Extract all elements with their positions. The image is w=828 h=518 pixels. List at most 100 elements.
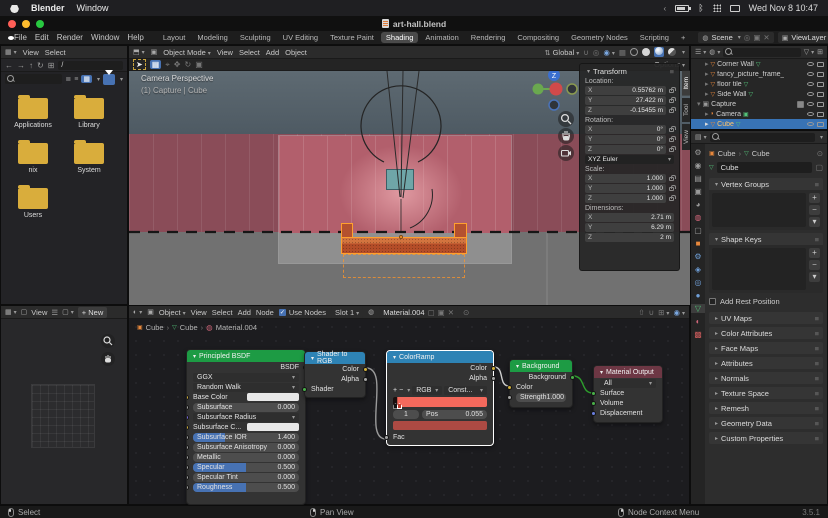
distribution-dropdown[interactable]: GGX▾ [193, 373, 299, 382]
render-visibility-icon[interactable] [817, 112, 824, 117]
transform-panel-title[interactable]: Transform [593, 67, 627, 76]
specular-tint-socket[interactable] [186, 475, 189, 480]
se-menu-node[interactable]: Node [256, 308, 274, 317]
snap-grid-icon[interactable]: ⊞▾ [658, 308, 669, 317]
vertex-groups-header[interactable]: ▾Vertex Groups≡ [709, 178, 823, 190]
dimensions-x-field[interactable]: X2.71 m [585, 213, 674, 222]
scale-z-field[interactable]: Z1.000 [585, 194, 666, 203]
up-button[interactable]: ↑ [29, 61, 33, 70]
uv-maps-panel[interactable]: ▸UV Maps≡ [709, 312, 823, 324]
shading-solid-button[interactable] [642, 48, 650, 56]
pan-view-button[interactable] [101, 352, 115, 366]
display-thumbnails-button[interactable]: ▦ [81, 75, 92, 83]
display-horizontal-list-button[interactable]: ≡ [74, 76, 78, 83]
snap-magnet-icon[interactable]: ∪ [583, 48, 589, 57]
subsurface-color-swatch[interactable] [247, 423, 299, 431]
tool-rotate-button[interactable]: ↻ [184, 60, 191, 69]
display-vertical-list-button[interactable]: ≣ [65, 75, 71, 83]
node-color-ramp[interactable]: ▾ColorRamp Color Alpha + − ▾ RGB▾ Const.… [386, 350, 494, 446]
remove-shape-key-button[interactable]: − [809, 260, 820, 270]
outliner-search-input[interactable] [723, 48, 800, 57]
location-y-field[interactable]: Y27.422 m [585, 96, 666, 105]
shading-rendered-button[interactable] [668, 48, 676, 56]
fb-menu-view[interactable]: View [23, 48, 39, 57]
render-visibility-icon[interactable] [817, 122, 824, 127]
lock-icon[interactable] [669, 89, 674, 93]
use-nodes-toggle[interactable]: ✓Use Nodes [279, 308, 326, 317]
tool-cursor-button[interactable]: ⌖ [165, 60, 170, 70]
tab-tool-icon[interactable]: ⚙ [691, 148, 705, 157]
pin-icon[interactable]: ⊙ [817, 149, 823, 158]
editor-type-icon[interactable]: ⬒▾ [133, 48, 145, 56]
collection-checkbox[interactable] [797, 101, 804, 108]
base-color-socket[interactable] [186, 395, 189, 400]
specular-slider[interactable]: Specular0.500 [193, 463, 299, 472]
shape-keys-header[interactable]: ▾Shape Keys≡ [709, 233, 823, 245]
subsurface-field[interactable]: Subsurface0.000 [193, 403, 299, 412]
outliner-row-cube-selected[interactable]: ▸▽Cube▽ [691, 119, 827, 129]
image-browse-icon[interactable]: ▢▾ [62, 308, 74, 316]
tab-output-icon[interactable]: ▤ [691, 174, 705, 183]
slot-dropdown[interactable]: Slot 1▾ [331, 307, 363, 318]
data-name-field[interactable]: Cube [717, 162, 813, 173]
lock-icon[interactable] [669, 138, 674, 142]
breadcrumb-object[interactable]: Cube [718, 149, 736, 158]
lock-icon[interactable] [669, 148, 674, 152]
subsurface-method-dropdown[interactable]: Random Walk▾ [193, 383, 299, 392]
tab-uv-editing[interactable]: UV Editing [278, 32, 323, 43]
tool-move-button[interactable]: ✥ [174, 60, 181, 69]
display-icon[interactable] [730, 5, 740, 12]
refresh-button[interactable]: ↻ [37, 61, 44, 70]
pin-icon[interactable]: ⊙ [463, 308, 469, 317]
tab-world-icon[interactable]: ◍ [691, 213, 705, 222]
location-z-field[interactable]: Z-0.15455 m [585, 106, 666, 115]
attributes-panel[interactable]: ▸Attributes≡ [709, 357, 823, 369]
tab-collection-icon[interactable]: ▢ [691, 226, 705, 235]
fac-input-socket[interactable] [384, 435, 389, 440]
add-workspace-button[interactable]: + [676, 32, 690, 43]
add-shape-key-button[interactable]: + [809, 248, 820, 258]
shape-keys-list[interactable] [712, 248, 806, 290]
roughness-slider[interactable]: Roughness0.500 [193, 483, 299, 492]
zoom-view-button[interactable] [101, 334, 115, 348]
transform-orientation-dropdown[interactable]: ⇅ Global▾ [545, 48, 580, 57]
outliner-row-side-wall[interactable]: ▸▽Side Wall▽ [691, 89, 827, 99]
apple-menu-icon[interactable] [10, 3, 19, 13]
color-attributes-panel[interactable]: ▸Color Attributes≡ [709, 327, 823, 339]
menubar-clock[interactable]: Wed Nov 8 10:47 [749, 3, 818, 13]
hide-icon[interactable] [807, 92, 814, 96]
alpha-output-socket[interactable] [363, 377, 368, 382]
vp-menu-view[interactable]: View [217, 48, 233, 57]
xray-toggle-icon[interactable]: ▦ [619, 48, 626, 57]
create-folder-button[interactable]: ⊞ [48, 61, 55, 70]
vertex-groups-list[interactable] [712, 193, 806, 227]
normals-panel[interactable]: ▸Normals≡ [709, 372, 823, 384]
scale-x-field[interactable]: X1.000 [585, 174, 666, 183]
interpolation-dropdown[interactable]: Const...▾ [444, 386, 487, 395]
copy-material-icon[interactable]: ▣ [438, 308, 445, 317]
tab-sculpting[interactable]: Sculpting [235, 32, 276, 43]
volume-input-socket[interactable] [591, 401, 596, 406]
remesh-panel[interactable]: ▸Remesh≡ [709, 402, 823, 414]
node-shader-to-rgb[interactable]: ▾Shader to RGB Color Alpha Shader [304, 351, 366, 398]
tab-texture-paint[interactable]: Texture Paint [325, 32, 379, 43]
material-name-field[interactable]: Material.004▢▣✕ [379, 307, 458, 318]
surface-input-socket[interactable] [591, 391, 596, 396]
outliner-row-fancy-picture-frame[interactable]: ▸▽fancy_picture_frame_ [691, 69, 827, 79]
hide-icon[interactable] [807, 102, 814, 106]
add-stop-button[interactable]: + [393, 387, 397, 394]
unpin-icon[interactable]: ◎ [744, 33, 751, 42]
properties-search-input[interactable] [710, 133, 815, 142]
ramp-specials-button[interactable]: ▾ [407, 387, 410, 394]
displacement-input-socket[interactable] [591, 411, 596, 416]
outliner-row-floor-tile[interactable]: ▸▽floor tile▽ [691, 79, 827, 89]
strength-field[interactable]: Strength1.000 [516, 393, 566, 402]
geometry-data-panel[interactable]: ▸Geometry Data≡ [709, 417, 823, 429]
subsurface-color-socket[interactable] [186, 425, 189, 430]
filter-button[interactable] [103, 74, 115, 85]
subsurface-ior-socket[interactable] [186, 435, 189, 440]
vp-menu-add[interactable]: Add [266, 48, 279, 57]
spotlight-grid-icon[interactable] [713, 4, 721, 12]
metallic-field[interactable]: Metallic0.000 [193, 453, 299, 462]
menu-window[interactable]: Window [91, 33, 119, 42]
